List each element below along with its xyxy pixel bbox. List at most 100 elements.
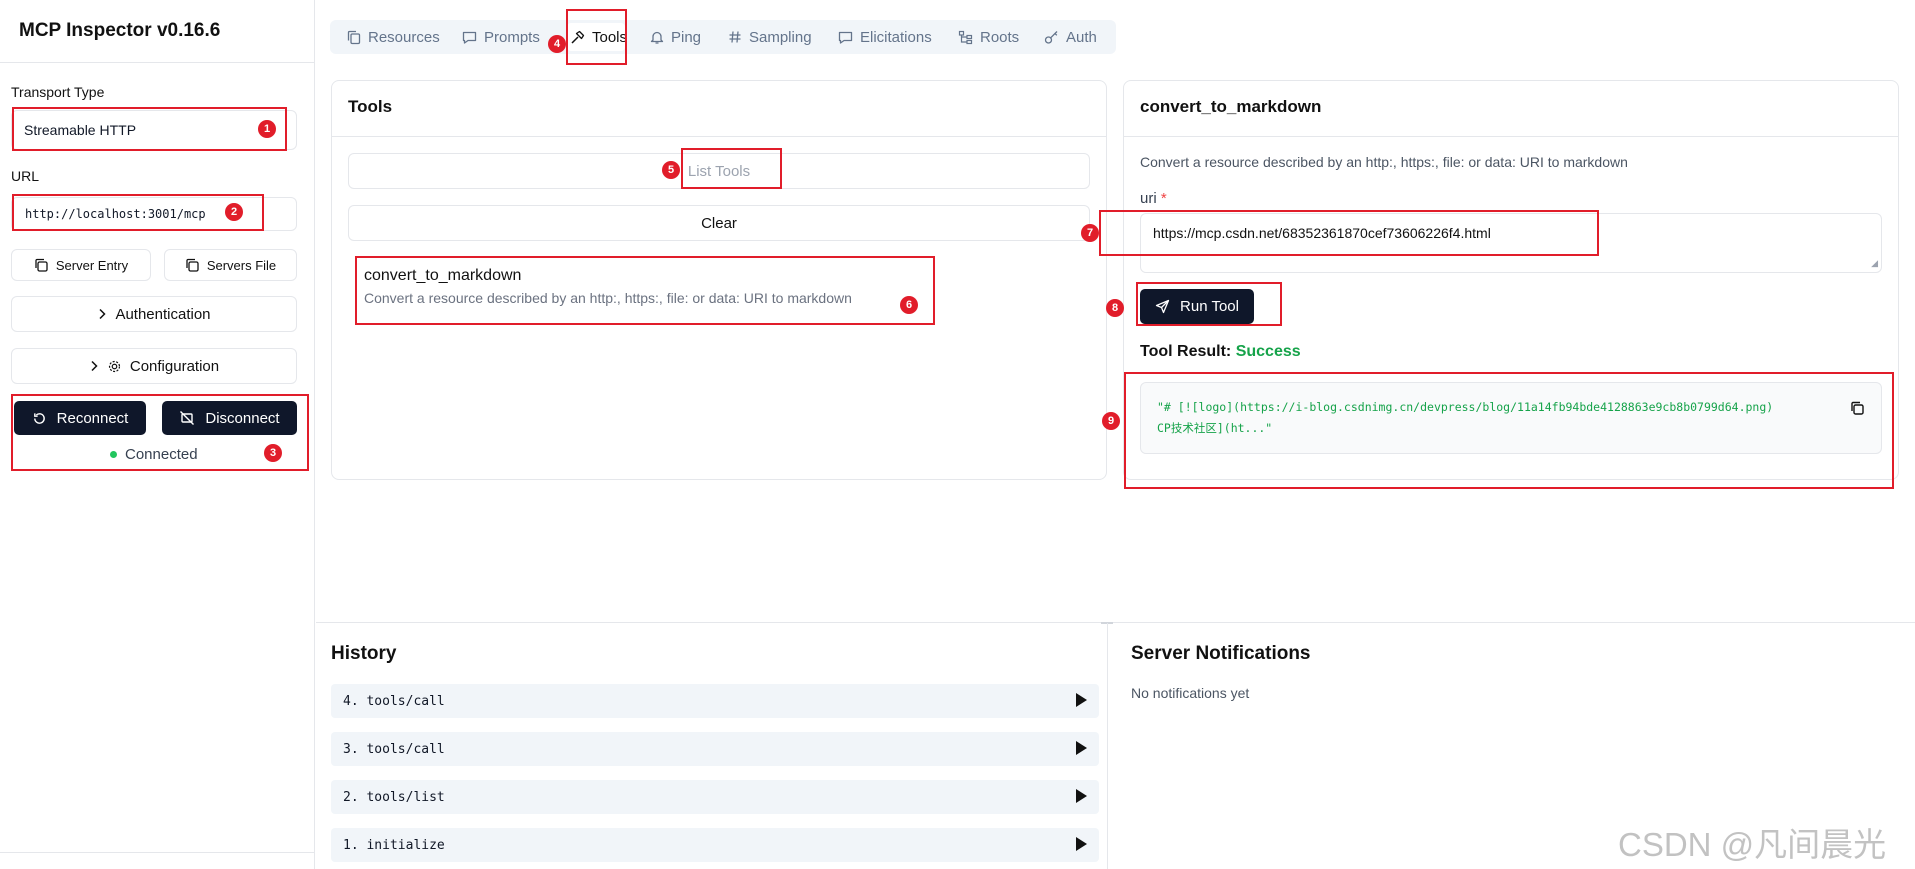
notifications-empty-text: No notifications yet — [1131, 685, 1250, 701]
history-item-label: 2. tools/list — [343, 789, 445, 805]
clear-label: Clear — [701, 214, 737, 232]
reconnect-button[interactable]: Reconnect — [14, 401, 146, 435]
key-icon — [1044, 30, 1059, 45]
tab-label: Auth — [1066, 28, 1097, 46]
bell-icon — [650, 30, 664, 45]
files-icon — [347, 30, 361, 45]
annotation-marker-9: 9 — [1102, 412, 1120, 430]
chevron-right-icon — [89, 360, 99, 372]
unplug-icon — [179, 410, 195, 426]
transport-type-label: Transport Type — [11, 84, 105, 100]
resize-handle-icon[interactable]: ◢ — [1871, 258, 1878, 269]
server-notifications-title: Server Notifications — [1131, 643, 1311, 664]
annotation-marker-6: 6 — [900, 296, 918, 314]
run-tool-button[interactable]: Run Tool — [1140, 289, 1254, 324]
history-item[interactable]: 1. initialize — [331, 828, 1099, 862]
url-label: URL — [11, 168, 40, 184]
tab-label: Roots — [980, 28, 1020, 46]
history-item-label: 1. initialize — [343, 837, 445, 853]
tab-roots[interactable]: Roots — [958, 20, 1019, 54]
clear-button[interactable]: Clear — [348, 205, 1090, 241]
required-mark: * — [1160, 190, 1167, 207]
tab-elicitations[interactable]: Elicitations — [838, 20, 932, 54]
tab-ping[interactable]: Ping — [650, 20, 701, 54]
tab-auth[interactable]: Auth — [1044, 20, 1097, 54]
authentication-toggle[interactable]: Authentication — [11, 296, 297, 332]
uri-label: uri * — [1140, 190, 1167, 207]
url-input[interactable]: http://localhost:3001/mcp — [11, 197, 297, 231]
tool-result-line-1: "# [![logo](https://i-blog.csdnimg.cn/de… — [1157, 400, 1774, 414]
history-item-label: 3. tools/call — [343, 741, 445, 757]
hammer-icon — [570, 30, 585, 45]
play-icon — [1076, 789, 1087, 803]
copy-icon[interactable] — [1850, 401, 1864, 415]
server-entry-label: Server Entry — [55, 257, 129, 273]
sidebar-footer-divider — [0, 852, 315, 853]
uri-value: https://mcp.csdn.net/68352361870cef73606… — [1153, 225, 1491, 241]
authentication-label: Authentication — [115, 305, 211, 323]
tool-detail-description: Convert a resource described by an http:… — [1140, 154, 1628, 170]
tab-label: Elicitations — [860, 28, 932, 46]
disconnect-label: Disconnect — [205, 409, 280, 427]
tool-result-status: Success — [1235, 343, 1301, 360]
app-title: MCP Inspector v0.16.6 — [19, 20, 221, 41]
tab-bar: Resources Prompts Tools Ping Sampling El… — [330, 20, 1116, 54]
history-title: History — [331, 643, 397, 664]
watermark: CSDN @凡间晨光 — [1618, 826, 1887, 863]
reconnect-label: Reconnect — [56, 409, 129, 427]
run-tool-label: Run Tool — [1180, 298, 1239, 315]
tool-result-heading: Tool Result: Success — [1140, 343, 1301, 361]
history-item[interactable]: 4. tools/call — [331, 684, 1099, 718]
list-tools-button[interactable]: List Tools — [348, 153, 1090, 189]
chevron-right-icon — [97, 308, 107, 320]
tools-panel-divider — [332, 136, 1106, 137]
tool-result-line-2: CP技术社区](ht..." — [1157, 421, 1273, 435]
configuration-toggle[interactable]: Configuration — [11, 348, 297, 384]
tab-label: Resources — [368, 28, 440, 46]
bottom-divider — [316, 622, 1915, 623]
tool-list-item[interactable]: convert_to_markdown Convert a resource d… — [356, 258, 936, 322]
sidebar-header-divider — [0, 62, 315, 63]
history-item[interactable]: 2. tools/list — [331, 780, 1099, 814]
uri-label-text: uri — [1140, 190, 1157, 207]
annotation-marker-3: 3 — [264, 444, 282, 462]
tab-sampling[interactable]: Sampling — [728, 20, 812, 54]
tab-label: Prompts — [484, 28, 540, 46]
copy-icon — [185, 258, 199, 272]
server-entry-button[interactable]: Server Entry — [11, 249, 151, 281]
tab-label: Tools — [592, 28, 628, 46]
configuration-label: Configuration — [129, 357, 220, 375]
list-tools-label: List Tools — [687, 162, 751, 180]
uri-input[interactable]: https://mcp.csdn.net/68352361870cef73606… — [1140, 213, 1882, 273]
connection-status: Connected — [110, 446, 198, 463]
tab-prompts[interactable]: Prompts — [462, 20, 540, 54]
tool-result-box: "# [![logo](https://i-blog.csdnimg.cn/de… — [1140, 382, 1882, 454]
servers-file-label: Servers File — [206, 257, 277, 273]
annotation-marker-8: 8 — [1106, 299, 1124, 317]
servers-file-button[interactable]: Servers File — [164, 249, 297, 281]
tool-detail-divider — [1124, 136, 1898, 137]
send-icon — [1155, 299, 1170, 314]
tab-tools[interactable]: Tools — [570, 20, 627, 54]
tree-icon — [958, 30, 973, 45]
status-dot-icon — [110, 451, 117, 458]
tab-label: Ping — [671, 28, 702, 46]
tab-resources[interactable]: Resources — [347, 20, 440, 54]
tool-detail-title: convert_to_markdown — [1140, 97, 1322, 116]
transport-type-value: Streamable HTTP — [24, 122, 137, 138]
history-item-label: 4. tools/call — [343, 693, 445, 709]
hash-icon — [728, 30, 742, 44]
history-item[interactable]: 3. tools/call — [331, 732, 1099, 766]
annotation-marker-2: 2 — [225, 203, 243, 221]
copy-icon — [34, 258, 48, 272]
transport-type-select[interactable]: Streamable HTTP — [11, 110, 297, 150]
annotation-marker-4: 4 — [548, 35, 566, 53]
play-icon — [1076, 693, 1087, 707]
play-icon — [1076, 741, 1087, 755]
disconnect-button[interactable]: Disconnect — [162, 401, 297, 435]
gear-icon — [107, 359, 122, 374]
rotate-icon — [32, 411, 47, 426]
tab-label: Sampling — [749, 28, 812, 46]
message-icon — [838, 30, 853, 45]
annotation-marker-7: 7 — [1081, 224, 1099, 242]
